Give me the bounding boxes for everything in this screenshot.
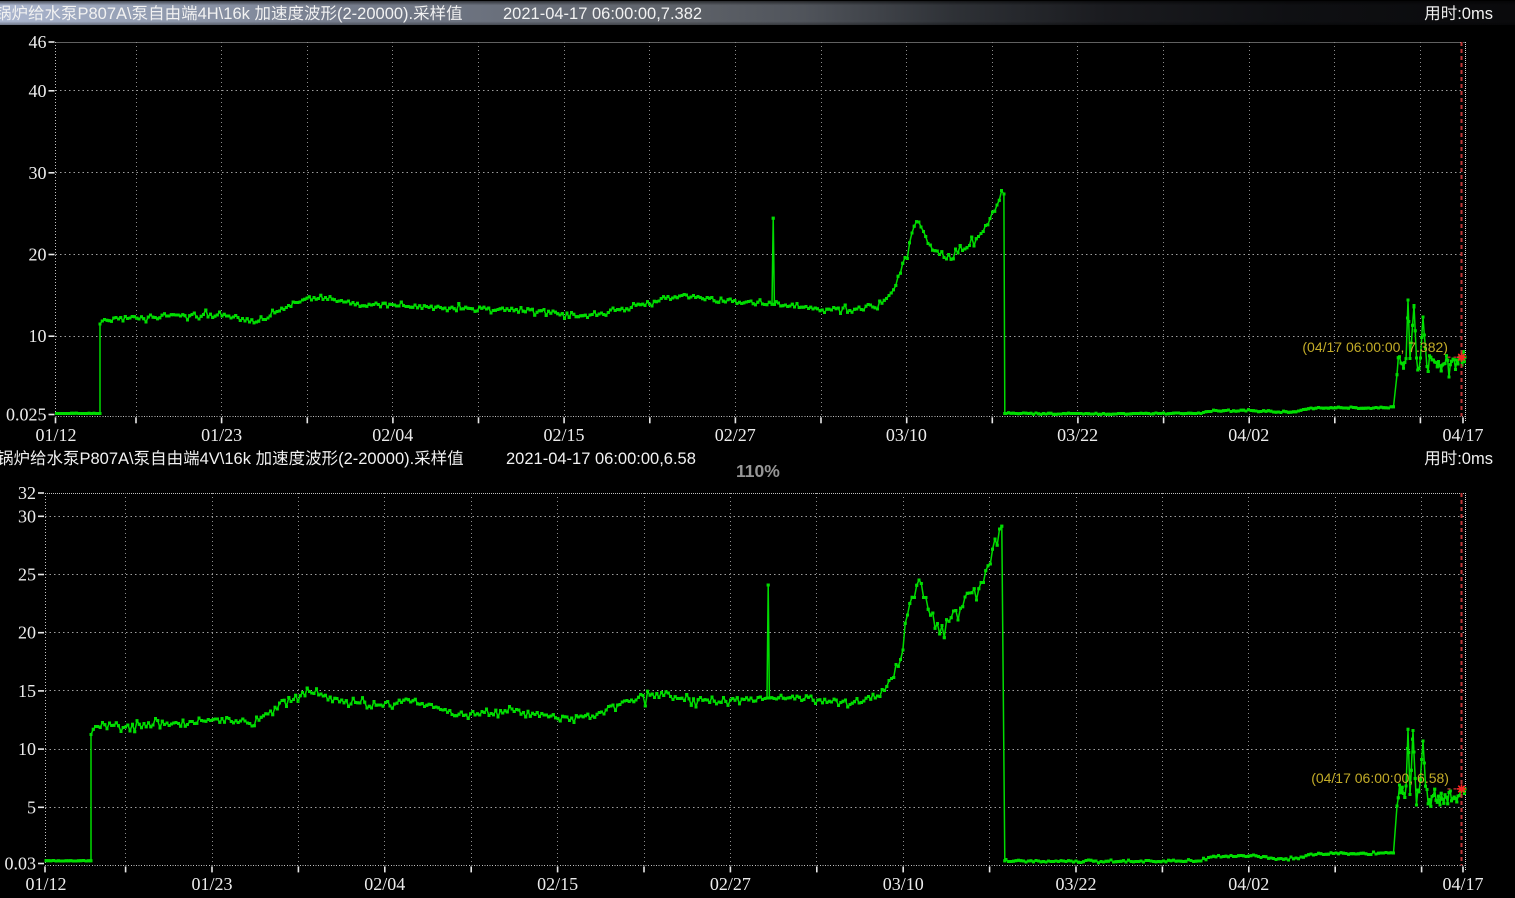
svg-text:04/17: 04/17 bbox=[1442, 874, 1483, 894]
svg-text:(04/17 06:00:00, 6.58): (04/17 06:00:00, 6.58) bbox=[1311, 770, 1449, 786]
svg-text:0.03: 0.03 bbox=[5, 854, 37, 874]
svg-text:25: 25 bbox=[18, 565, 36, 585]
svg-text:01/12: 01/12 bbox=[35, 425, 76, 445]
svg-text:04/02: 04/02 bbox=[1228, 874, 1269, 894]
svg-text:40: 40 bbox=[29, 81, 47, 101]
svg-text:4V\16k: 4V\16k bbox=[200, 450, 252, 468]
svg-text:03/10: 03/10 bbox=[886, 425, 927, 445]
svg-text:4H\16k: 4H\16k bbox=[198, 5, 251, 23]
svg-text:46: 46 bbox=[29, 32, 47, 52]
svg-text:10: 10 bbox=[29, 326, 47, 346]
svg-text:02/27: 02/27 bbox=[715, 425, 756, 445]
svg-text:30: 30 bbox=[29, 163, 47, 183]
svg-text:(2-20000).: (2-20000). bbox=[338, 450, 414, 468]
svg-text:02/15: 02/15 bbox=[543, 425, 584, 445]
svg-text:(2-20000).: (2-20000). bbox=[337, 5, 413, 23]
svg-text:15: 15 bbox=[18, 681, 36, 701]
svg-text:02/27: 02/27 bbox=[710, 874, 751, 894]
svg-text::0ms: :0ms bbox=[1457, 5, 1493, 23]
svg-text:P807A\: P807A\ bbox=[80, 450, 135, 468]
svg-text:2021-04-17 06:00:00,6.58: 2021-04-17 06:00:00,6.58 bbox=[506, 450, 696, 468]
svg-text:02/04: 02/04 bbox=[364, 874, 405, 894]
svg-text:0.025: 0.025 bbox=[6, 405, 47, 425]
svg-text:20: 20 bbox=[18, 623, 36, 643]
svg-text:20: 20 bbox=[29, 245, 47, 265]
svg-text::0ms: :0ms bbox=[1457, 450, 1493, 468]
svg-text:32: 32 bbox=[18, 483, 36, 503]
svg-text:01/23: 01/23 bbox=[201, 425, 242, 445]
svg-text:2021-04-17 06:00:00,7.382: 2021-04-17 06:00:00,7.382 bbox=[503, 5, 702, 23]
svg-text:02/04: 02/04 bbox=[372, 425, 413, 445]
svg-text:01/12: 01/12 bbox=[25, 874, 66, 894]
svg-text:03/22: 03/22 bbox=[1057, 425, 1098, 445]
svg-text:110%: 110% bbox=[736, 461, 780, 481]
svg-text:01/23: 01/23 bbox=[191, 874, 232, 894]
svg-text:5: 5 bbox=[27, 797, 36, 817]
svg-text:03/22: 03/22 bbox=[1055, 874, 1096, 894]
svg-text:P807A\: P807A\ bbox=[78, 5, 133, 23]
svg-text:04/17: 04/17 bbox=[1442, 425, 1483, 445]
svg-text:(04/17 06:00:00, 7.382): (04/17 06:00:00, 7.382) bbox=[1302, 339, 1448, 355]
svg-text:02/15: 02/15 bbox=[537, 874, 578, 894]
svg-text:04/02: 04/02 bbox=[1228, 425, 1269, 445]
svg-text:10: 10 bbox=[18, 739, 36, 759]
svg-text:03/10: 03/10 bbox=[883, 874, 924, 894]
svg-text:30: 30 bbox=[18, 506, 36, 526]
